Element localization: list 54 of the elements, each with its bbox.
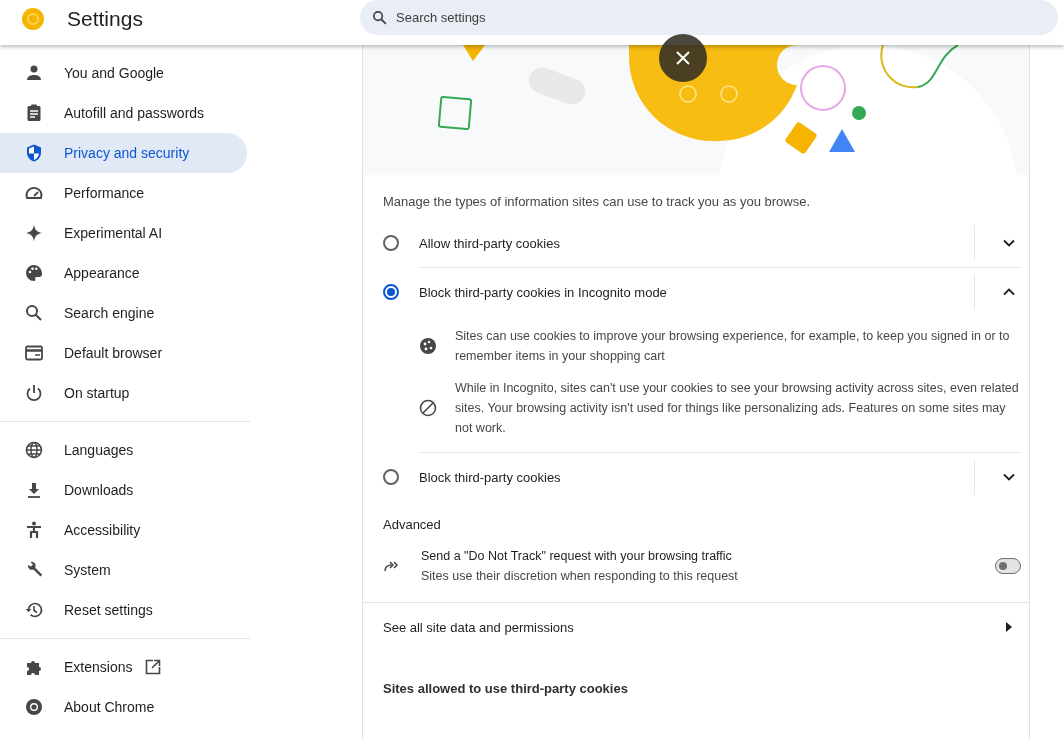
radio-button[interactable] [383, 284, 399, 300]
browser-window-icon [24, 343, 44, 363]
chevron-icon [1003, 286, 1015, 298]
sidebar-item[interactable]: Downloads [0, 470, 247, 510]
arrow-right-icon [1005, 622, 1013, 632]
close-icon [675, 50, 691, 66]
external-link-icon [144, 658, 163, 676]
toggle-switch[interactable] [995, 558, 1021, 574]
detail-text: Sites can use cookies to improve your browsing experience, for example, to keep you signed in or to remember items in your shopping cart [455, 328, 1011, 365]
radio-button[interactable] [383, 235, 399, 251]
search-icon [24, 303, 44, 323]
sidebar-item[interactable]: On startup [0, 373, 247, 413]
page-title: Settings [67, 7, 143, 31]
history-icon [24, 600, 44, 620]
search-field[interactable]: Search settings [360, 0, 1058, 35]
cookie-icon [419, 337, 437, 355]
clipboard-icon [24, 103, 44, 123]
sidebar-item[interactable]: System [0, 550, 247, 590]
sidebar-item[interactable]: Autofill and passwords [0, 93, 247, 133]
sidebar-item[interactable]: Search engine [0, 293, 247, 333]
setting-subtitle: Sites use their discretion when responding to this request [421, 568, 739, 585]
sparkle-icon [24, 223, 44, 243]
sidebar-item[interactable]: Reset settings [0, 590, 247, 630]
option-label: Allow third-party cookies [419, 235, 561, 251]
sidebar-item[interactable]: Accessibility [0, 510, 247, 550]
chevron-icon [1003, 237, 1015, 249]
description-text: Manage the types of information sites can use to track you as you browse. [382, 193, 812, 211]
shield-icon [24, 143, 44, 163]
sidebar-item[interactable]: Privacy and security [0, 133, 247, 173]
chrome-logo [22, 8, 44, 30]
detail-text: While in Incognito, sites can't use your cookies to see your browsing activity across sites, even related sites. Your browsing activity isn't used for things like personalizing ads. Features on some sites may not work. [455, 380, 1020, 437]
sidebar-item[interactable]: Experimental AI [0, 213, 247, 253]
chevron-icon [1003, 471, 1015, 483]
accessibility-icon [24, 520, 44, 540]
option-label: Block third-party cookies [419, 469, 562, 485]
power-icon [24, 383, 44, 403]
site-data-link[interactable]: See all site data and permissions [363, 603, 1029, 651]
sidebar-item[interactable]: Appearance [0, 253, 247, 293]
section-heading: Advanced [382, 516, 442, 534]
sidebar-item[interactable]: About Chrome [0, 687, 247, 727]
sidebar-item[interactable]: Languages [0, 430, 247, 470]
option-label: Block third-party cookies in Incognito mode [419, 284, 668, 300]
sidebar-item[interactable]: You and Google [0, 53, 247, 93]
sidebar-item[interactable]: Performance [0, 173, 247, 213]
globe-icon [24, 440, 44, 460]
palette-icon [24, 263, 44, 283]
chrome-icon [24, 697, 44, 717]
person-icon [24, 63, 44, 83]
sidebar-item[interactable]: Extensions [0, 647, 247, 687]
blocked-icon [419, 399, 437, 417]
radio-button[interactable] [383, 469, 399, 485]
sidebar-item[interactable]: Default browser [0, 333, 247, 373]
setting-title: Send a "Do Not Track" request with your browsing traffic [421, 548, 733, 565]
section-heading: Sites allowed to use third-party cookies [382, 680, 629, 696]
